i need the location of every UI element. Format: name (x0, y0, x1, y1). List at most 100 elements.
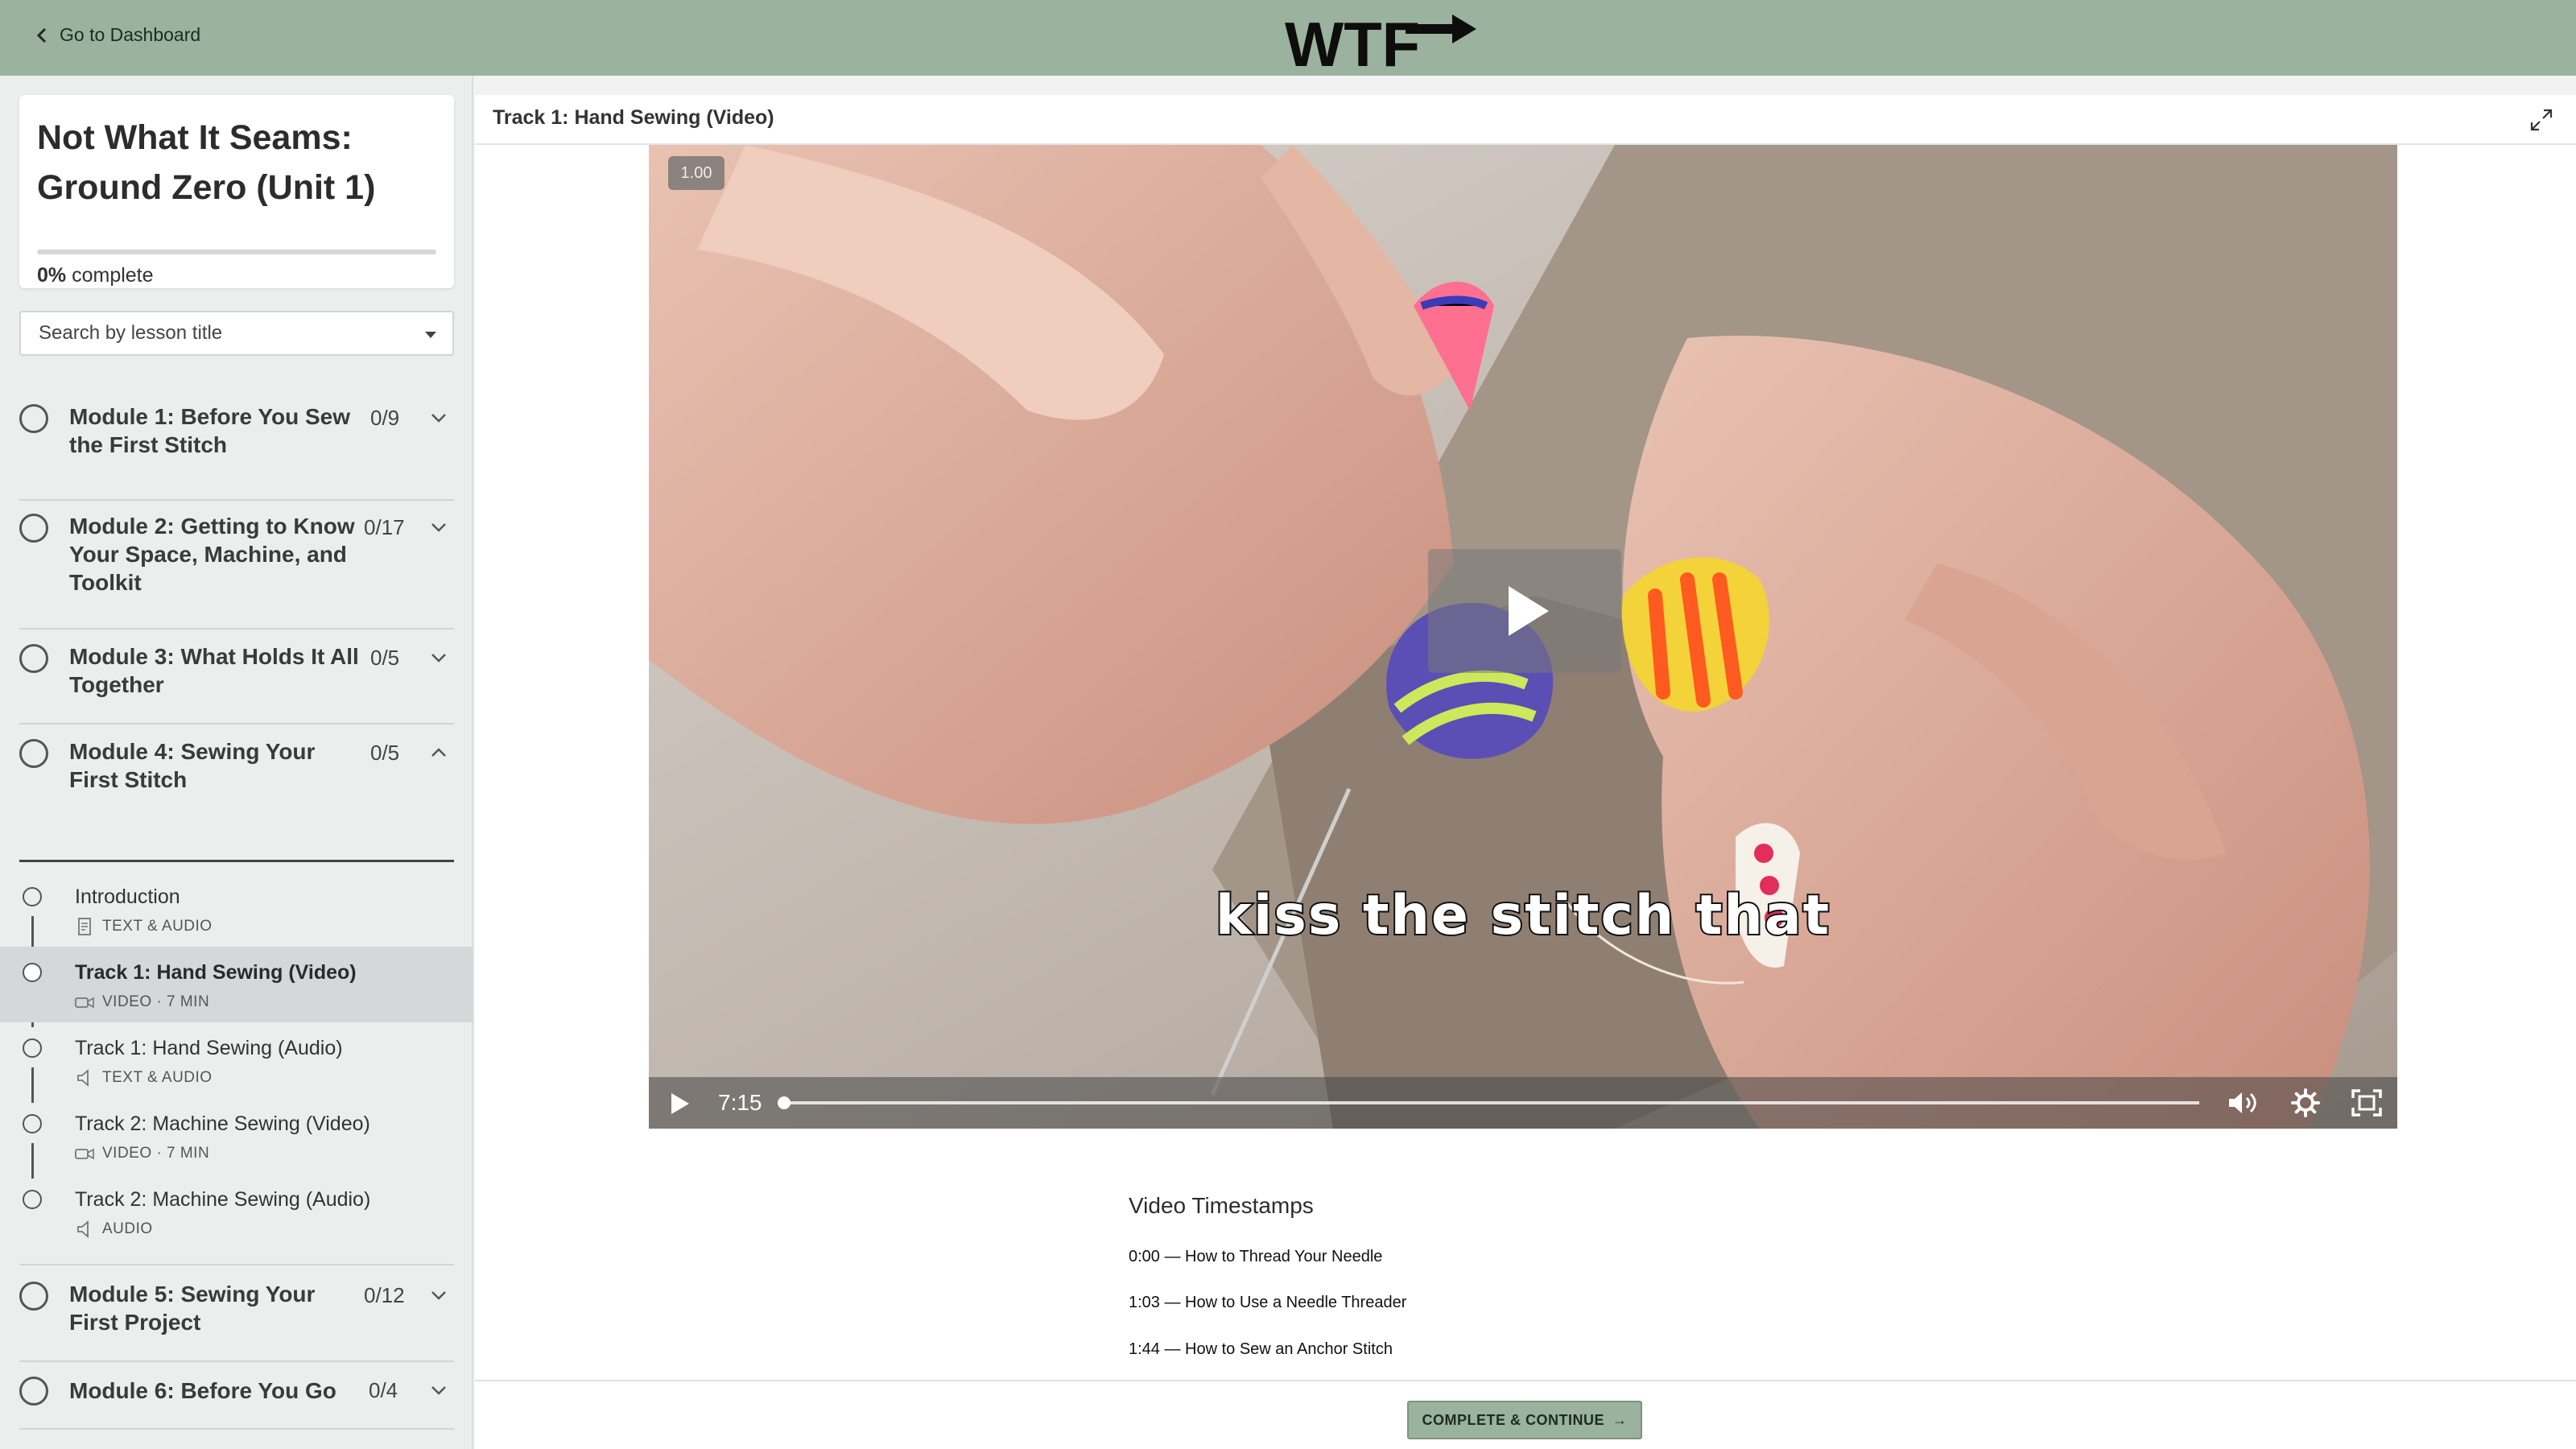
course-progress-text: 0% complete (37, 264, 154, 287)
timestamp-item: 1:03 — How to Use a Needle Threader (1129, 1294, 1407, 1311)
module-item-expanded[interactable]: Module 4: Sewing Your First Stitch 0/5 (19, 724, 454, 860)
video-camera-icon (75, 1148, 94, 1160)
caret-down-icon (425, 332, 436, 338)
speaker-icon (77, 1220, 89, 1238)
module-title: Module 3: What Holds It All Together (69, 644, 359, 697)
document-icon (78, 918, 91, 935)
module-status-circle-icon (19, 1282, 48, 1311)
chevron-down-icon (431, 1386, 446, 1395)
course-card: Not What It Seams: Ground Zero (Unit 1) … (19, 95, 454, 288)
lesson-header: Track 1: Hand Sewing (Video) (475, 95, 2576, 145)
lesson-status-circle-icon (23, 1114, 42, 1133)
complete-and-continue-button[interactable]: COMPLETE & CONTINUE → (1407, 1401, 1642, 1439)
lesson-title: Track 2: Machine Sewing (Video) (75, 1113, 370, 1135)
lesson-title: Track 1: Hand Sewing (Audio) (75, 1037, 343, 1059)
play-icon (1509, 586, 1549, 636)
lesson-meta: VIDEO · 7 MIN (75, 993, 209, 1011)
lesson-footer: COMPLETE & CONTINUE → (475, 1380, 2576, 1449)
continue-label: COMPLETE & CONTINUE (1422, 1411, 1604, 1428)
lesson-page-title: Track 1: Hand Sewing (Video) (493, 106, 774, 129)
lesson-search-select[interactable]: Search by lesson title (19, 311, 454, 356)
video-controls: 7:15 (649, 1077, 2397, 1129)
chevron-down-icon (431, 654, 446, 663)
video-seek-bar[interactable] (782, 1101, 2199, 1104)
module-count: 0/4 (369, 1378, 398, 1402)
module-item[interactable]: Module 5: Sewing Your First Project 0/12 (19, 1264, 454, 1362)
chevron-down-icon (431, 523, 446, 532)
chevron-up-icon (431, 748, 446, 757)
go-to-dashboard-link[interactable]: Go to Dashboard (35, 24, 200, 46)
lesson-item-active[interactable]: Track 1: Hand Sewing (Video) VIDEO · 7 M… (0, 947, 473, 1022)
module-status-circle-icon (19, 514, 48, 543)
top-bar: Go to Dashboard WTF (0, 0, 2576, 76)
go-to-dashboard-label: Go to Dashboard (60, 24, 201, 45)
lesson-status-circle-icon (23, 887, 42, 906)
lesson-meta-text: TEXT & AUDIO (102, 1069, 213, 1086)
course-progress-bar (37, 250, 436, 254)
lesson-status-circle-icon (23, 963, 42, 982)
lesson-item[interactable]: Track 2: Machine Sewing (Audio) AUDIO (0, 1174, 473, 1249)
lesson-meta: TEXT & AUDIO (75, 918, 213, 935)
module-count: 0/9 (370, 406, 400, 430)
module-count: 0/12 (364, 1283, 405, 1307)
lesson-meta-text: AUDIO (102, 1220, 153, 1237)
module-item[interactable]: Module 1: Before You Sew the First Stitc… (19, 399, 454, 501)
module-item[interactable]: Module 2: Getting to Know Your Space, Ma… (19, 501, 454, 630)
module-title: Module 6: Before You Go (69, 1378, 336, 1403)
module-count: 0/17 (364, 515, 405, 539)
lesson-item[interactable]: Introduction TEXT & AUDIO (0, 871, 473, 947)
playback-speed-badge[interactable]: 1.00 (668, 156, 724, 190)
lesson-status-circle-icon (23, 1038, 42, 1058)
arrow-right-icon: → (1612, 1411, 1628, 1428)
lesson-title: Introduction (75, 886, 180, 908)
timestamp-item: 0:00 — How to Thread Your Needle (1129, 1248, 1383, 1265)
logo-text: WTF (1285, 10, 1420, 69)
chevron-down-icon (431, 1291, 446, 1300)
module-count: 0/5 (370, 741, 400, 765)
module-divider (19, 860, 454, 862)
module-title: Module 5: Sewing Your First Project (69, 1282, 316, 1335)
module-item[interactable]: Module 3: What Holds It All Together 0/5 (19, 630, 454, 724)
lesson-meta: VIDEO · 7 MIN (75, 1145, 209, 1162)
fullscreen-icon[interactable] (2351, 1088, 2383, 1117)
lesson-item[interactable]: Track 2: Machine Sewing (Video) VIDEO · … (0, 1098, 473, 1174)
volume-icon[interactable] (2227, 1090, 2259, 1116)
settings-gear-icon[interactable] (2291, 1088, 2320, 1117)
video-duration: 7:15 (718, 1090, 762, 1115)
video-timestamps-heading: Video Timestamps (1129, 1193, 1314, 1218)
chevron-down-icon (431, 414, 446, 423)
lesson-meta-text: VIDEO · 7 MIN (102, 993, 210, 1010)
lesson-meta: AUDIO (75, 1220, 153, 1238)
lesson-status-circle-icon (23, 1190, 42, 1209)
module-item[interactable]: Module 6: Before You Go 0/4 (19, 1362, 454, 1430)
module-count: 0/5 (370, 646, 400, 670)
lesson-content: Track 1: Hand Sewing (Video) 1.00 kiss t… (475, 95, 2576, 1449)
timestamp-item: 1:44 — How to Sew an Anchor Stitch (1129, 1340, 1393, 1358)
video-camera-icon (75, 997, 94, 1009)
chevron-left-icon (36, 27, 47, 43)
progress-percent: 0% (37, 264, 67, 287)
video-player[interactable]: 1.00 kiss the stitch that 7:15 (649, 145, 2397, 1129)
module-title: Module 2: Getting to Know Your Space, Ma… (69, 514, 355, 595)
lesson-meta-text: TEXT & AUDIO (102, 918, 213, 935)
lesson-search-placeholder: Search by lesson title (39, 322, 223, 344)
progress-suffix: complete (72, 264, 154, 287)
module-status-circle-icon (19, 739, 48, 768)
course-sidebar: Not What It Seams: Ground Zero (Unit 1) … (0, 76, 473, 1449)
lesson-item[interactable]: Track 1: Hand Sewing (Audio) TEXT & AUDI… (0, 1022, 473, 1098)
video-seek-handle[interactable] (778, 1096, 791, 1109)
lesson-meta: TEXT & AUDIO (75, 1069, 213, 1087)
course-title: Not What It Seams: Ground Zero (Unit 1) (37, 118, 376, 207)
expand-icon[interactable] (2529, 108, 2553, 132)
module-status-circle-icon (19, 404, 48, 433)
play-icon[interactable] (670, 1092, 691, 1116)
module-title: Module 4: Sewing Your First Stitch (69, 739, 316, 792)
lesson-title: Track 1: Hand Sewing (Video) (75, 961, 357, 984)
wtf-logo[interactable]: WTF (1285, 10, 1478, 69)
lesson-meta-text: VIDEO · 7 MIN (102, 1145, 210, 1162)
big-play-button[interactable] (1428, 549, 1621, 673)
module-title: Module 1: Before You Sew the First Stitc… (69, 404, 351, 457)
module-status-circle-icon (19, 644, 48, 673)
video-caption: kiss the stitch that (1214, 882, 1831, 949)
speaker-icon (77, 1069, 89, 1087)
